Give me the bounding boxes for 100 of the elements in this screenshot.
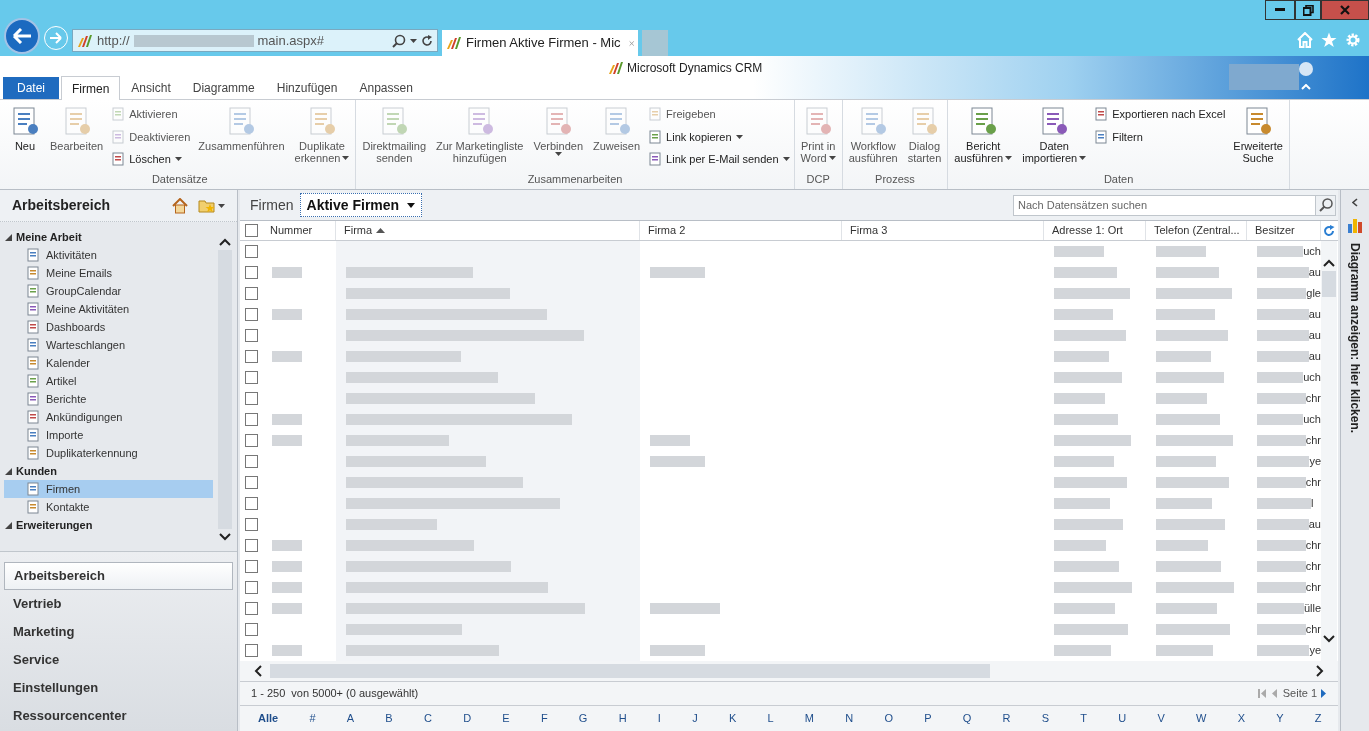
row-checkbox[interactable] (244, 245, 258, 258)
alphabet-filter[interactable]: Alle (258, 710, 279, 727)
alphabet-filter[interactable]: O (884, 710, 893, 727)
alphabet-filter[interactable]: X (1237, 710, 1246, 727)
row-checkbox[interactable] (244, 539, 258, 552)
row-checkbox[interactable] (244, 644, 258, 657)
row-checkbox[interactable] (244, 266, 258, 279)
expanded-triangle-icon[interactable] (5, 467, 12, 475)
nav-item[interactable]: Kontakte (4, 498, 213, 516)
ribbon-tab[interactable]: Anpassen (348, 77, 424, 99)
alphabet-filter[interactable]: M (804, 710, 814, 727)
collapse-icon[interactable] (1301, 84, 1311, 90)
alphabet-filter[interactable]: L (767, 710, 774, 727)
ribbon-button[interactable]: Erweiterte Suche (1229, 106, 1287, 164)
row-checkbox[interactable] (244, 623, 258, 636)
row-checkbox[interactable] (244, 476, 258, 489)
alphabet-filter[interactable]: T (1080, 710, 1088, 727)
home-icon[interactable] (172, 197, 188, 214)
alphabet-filter[interactable]: C (423, 710, 432, 727)
favorites-button[interactable] (198, 197, 225, 214)
row-checkbox[interactable] (244, 308, 258, 321)
alphabet-filter[interactable]: N (845, 710, 854, 727)
column-header[interactable]: Firma 3 (842, 221, 1044, 240)
nav-item[interactable]: GroupCalendar (4, 282, 213, 300)
nav-item[interactable]: Artikel (4, 372, 213, 390)
alphabet-filter[interactable]: J (692, 710, 698, 727)
nav-item[interactable]: Dashboards (4, 318, 213, 336)
alphabet-filter[interactable]: Y (1276, 710, 1284, 727)
area-item[interactable]: Einstellungen (4, 674, 233, 702)
ribbon-button[interactable]: Neu (6, 106, 44, 152)
alphabet-filter[interactable]: V (1157, 710, 1165, 727)
scrollbar-thumb[interactable] (270, 664, 990, 678)
alphabet-filter[interactable]: W (1196, 710, 1207, 727)
row-checkbox[interactable] (244, 455, 258, 468)
view-selector[interactable]: Aktive Firmen (299, 193, 423, 217)
back-button[interactable] (4, 18, 40, 54)
scroll-right-icon[interactable] (1316, 665, 1324, 677)
alphabet-filter[interactable]: B (385, 710, 393, 727)
alphabet-filter[interactable]: # (309, 710, 316, 727)
ribbon-button[interactable]: Link kopieren (648, 128, 790, 145)
nav-item[interactable]: Meine Aktivitäten (4, 300, 213, 318)
nav-item[interactable]: Ankündigungen (4, 408, 213, 426)
row-checkbox[interactable] (244, 350, 258, 363)
area-item[interactable]: Service (4, 646, 233, 674)
next-page-icon[interactable] (1321, 689, 1327, 698)
nav-item[interactable]: Duplikaterkennung (4, 444, 213, 462)
row-checkbox[interactable] (244, 392, 258, 405)
column-header[interactable]: Nummer (262, 221, 336, 240)
browser-tab[interactable]: Firmen Aktive Firmen - Mic (442, 30, 638, 56)
expanded-triangle-icon[interactable] (5, 233, 12, 241)
alphabet-filter[interactable]: R (1002, 710, 1011, 727)
nav-item[interactable]: Importe (4, 426, 213, 444)
close-button[interactable] (1321, 0, 1369, 20)
ribbon-tab[interactable]: Datei (3, 77, 59, 99)
row-checkbox[interactable] (244, 602, 258, 615)
restore-button[interactable] (1295, 0, 1321, 20)
row-checkbox[interactable] (244, 413, 258, 426)
alphabet-filter[interactable]: Q (962, 710, 972, 727)
area-item[interactable]: Arbeitsbereich (4, 562, 233, 590)
nav-item[interactable]: Warteschlangen (4, 336, 213, 354)
scroll-down-icon[interactable] (219, 533, 231, 541)
scroll-up-icon[interactable] (1323, 259, 1335, 267)
row-checkbox[interactable] (244, 371, 258, 384)
column-header[interactable]: Adresse 1: Ort (1044, 221, 1146, 240)
area-item[interactable]: Marketing (4, 618, 233, 646)
collapse-left-icon[interactable] (1352, 198, 1358, 207)
ribbon-tab[interactable]: Hinzufügen (265, 77, 349, 99)
search-field[interactable]: Nach Datensätzen suchen (1013, 194, 1316, 216)
row-checkbox[interactable] (244, 329, 258, 342)
ribbon-button[interactable]: Link per E-Mail senden (648, 151, 790, 168)
scroll-up-icon[interactable] (219, 238, 231, 246)
select-all-checkbox[interactable] (244, 224, 258, 237)
search-button[interactable] (1316, 194, 1336, 216)
ribbon-button[interactable]: Filtern (1094, 128, 1226, 145)
refresh-icon[interactable] (1323, 224, 1335, 237)
ribbon-tab[interactable]: Firmen (61, 76, 121, 100)
nav-item[interactable]: Kalender (4, 354, 213, 372)
row-checkbox[interactable] (244, 497, 258, 510)
ribbon-tab[interactable]: Diagramme (181, 77, 266, 99)
nav-item[interactable]: Aktivitäten (4, 246, 213, 264)
ribbon-button[interactable]: Bericht ausführen (950, 106, 1017, 164)
scroll-down-icon[interactable] (1323, 635, 1335, 643)
nav-item[interactable]: Berichte (4, 390, 213, 408)
alphabet-filter[interactable]: A (346, 710, 355, 727)
nav-item[interactable]: Meine Emails (4, 264, 213, 282)
alphabet-filter[interactable]: Z (1314, 710, 1322, 727)
expanded-triangle-icon[interactable] (5, 521, 12, 529)
star-icon[interactable] (1321, 32, 1337, 48)
column-header[interactable]: Besitzer (1247, 221, 1321, 240)
minimize-button[interactable] (1265, 0, 1295, 20)
ribbon-button[interactable]: Exportieren nach Excel (1094, 106, 1226, 123)
area-item[interactable]: Ressourcencenter (4, 702, 233, 730)
alphabet-filter[interactable]: I (657, 710, 661, 727)
ribbon-button[interactable]: Löschen (111, 151, 191, 168)
area-item[interactable]: Vertrieb (4, 590, 233, 618)
address-field[interactable]: http:// main.aspx# (72, 29, 438, 52)
alphabet-filter[interactable]: G (578, 710, 588, 727)
alphabet-filter[interactable]: E (502, 710, 510, 727)
column-header[interactable]: Firma 2 (640, 221, 842, 240)
column-header[interactable]: Telefon (Zentral... (1146, 221, 1247, 240)
